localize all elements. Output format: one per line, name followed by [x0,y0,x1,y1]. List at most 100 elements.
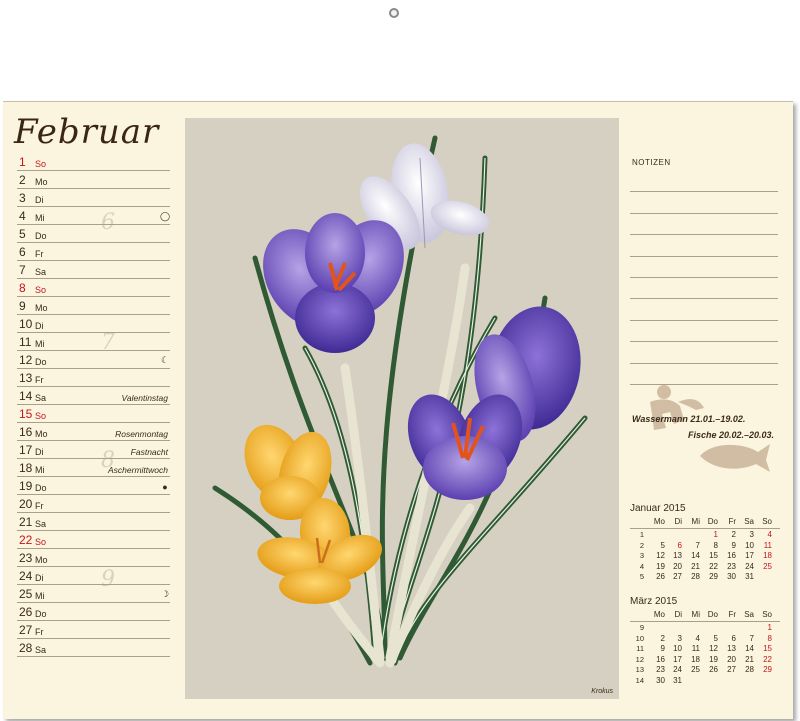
mini-calendar-day: 10 [745,540,754,550]
note-line[interactable] [630,214,778,236]
day-row: 4 Mi ◯ [17,207,170,225]
mini-calendar-day: 20 [727,654,736,664]
mini-calendar-day: 11 [691,644,700,653]
mini-calendar-day: 18 [763,551,772,560]
artwork-panel: Krokus [185,118,619,699]
note-line[interactable] [630,257,778,278]
month-title: Februar [14,112,160,152]
mini-calendar-week: 4 19 20 21 22 23 24 25 [630,561,780,572]
mini-calendar-day: 2 [660,633,665,643]
day-row: 8 So [17,279,170,297]
hanging-hole [389,8,399,18]
weekday-label: Fr [35,249,44,259]
top-strip [0,0,800,101]
mini-calendar-week: 3 12 13 14 15 16 17 18 [630,550,780,561]
weekday-header: So [762,610,772,619]
note-line[interactable] [630,192,778,214]
day-row: 2 Mo [17,171,170,189]
mini-calendar-day: 28 [745,665,754,674]
day-number: 10 [19,317,33,331]
day-number: 14 [19,389,33,403]
mini-calendar-day: 24 [745,561,754,571]
day-number: 2 [19,173,26,187]
note-line[interactable] [630,342,778,364]
week-number: 11 [636,644,644,653]
weekday-header: Do [707,517,718,526]
note-line[interactable] [630,171,778,193]
weekday-label: Mo [35,177,48,187]
week-number: 14 [635,675,644,685]
mini-calendar-day: 5 [660,540,665,550]
day-number: 17 [19,443,33,457]
note-line[interactable] [630,278,778,300]
day-number: 28 [19,641,33,655]
holiday-note: Rosenmontag [115,429,168,439]
weekday-label: Do [35,609,47,619]
day-number: 23 [19,551,33,565]
weekday-label: Sa [35,393,47,403]
mini-calendar-week: 14 30 31 [630,675,780,686]
mini-calendar-day: 21 [691,561,700,571]
mini-calendar-header: Mo Di Mi Do Fr Sa So [630,516,780,529]
day-row: 9 Mo [17,297,170,315]
mini-calendar-day: 19 [709,654,718,664]
mini-calendar-title: März 2015 [630,596,678,607]
weekday-header: Mo [653,610,665,619]
day-number: 13 [19,371,33,385]
mini-calendar-day: 6 [677,540,682,550]
mini-calendar-day: 23 [727,561,736,571]
week-number: 12 [635,654,644,664]
day-number: 6 [19,245,26,259]
day-row: 6 Fr [17,243,170,261]
day-number: 27 [19,623,33,637]
day-row: 10 Di [17,315,170,333]
weekday-label: Mi [35,339,45,349]
mini-calendar-day: 31 [673,675,682,685]
note-line[interactable] [630,299,778,321]
day-row: 12 Do ☾ [17,351,170,369]
mini-calendar-day: 9 [731,540,736,550]
note-line[interactable] [630,235,778,257]
weekday-label: Mo [35,555,48,565]
day-row: 19 Do ● [17,477,170,495]
mini-calendar-day: 20 [673,561,682,571]
notes-lines [630,171,778,385]
day-row: 5 Do [17,225,170,243]
weekday-header: Mo [653,517,665,526]
day-number: 1 [19,155,26,169]
weekday-label: Mo [35,429,48,439]
weekday-label: Di [35,321,44,331]
mini-calendar-day: 24 [673,665,682,674]
mini-calendar-day: 7 [695,540,700,550]
day-number: 20 [19,497,33,511]
mini-calendar-week: 13 23 24 25 26 27 28 29 [630,664,780,675]
day-row: 24 Di [17,567,170,585]
mini-calendar-day: 29 [709,572,718,581]
day-row: 15 So [17,405,170,423]
weekday-header: Sa [744,517,754,526]
holiday-note: Valentinstag [121,393,168,403]
mini-calendar-day: 14 [691,551,700,560]
week-number: 4 [639,561,644,571]
day-number: 3 [19,191,26,205]
day-number: 25 [19,587,33,601]
note-line[interactable] [630,321,778,343]
day-row: 1 So [17,153,170,171]
mini-calendar-day: 5 [713,633,718,643]
mini-calendar-day: 6 [731,633,736,643]
weekday-label: Mo [35,303,48,313]
weekday-label: Mi [35,591,45,601]
mini-calendar-day: 8 [713,540,718,550]
weekday-header: Di [674,610,682,619]
crocus-illustration [212,135,588,668]
mini-calendar-week: 12 16 17 18 19 20 21 22 [630,654,780,665]
mini-calendar-day: 1 [713,530,718,539]
weekday-label: So [35,285,47,295]
mini-calendar-day: 12 [656,551,665,560]
day-number: 18 [19,461,33,475]
day-number: 9 [19,299,26,313]
holiday-note: Aschermittwoch [108,465,168,475]
mini-calendar-day: 29 [763,665,772,674]
day-number: 15 [19,407,33,421]
mini-calendar-day: 9 [660,644,665,653]
